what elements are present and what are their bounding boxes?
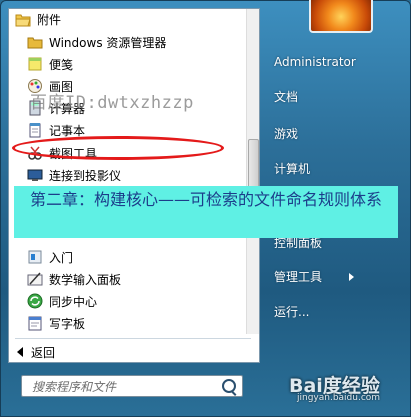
notepad-icon [29, 123, 41, 138]
explorer-folder-icon [27, 37, 43, 49]
program-item-label: 写字板 [49, 316, 86, 331]
math-input-icon [27, 272, 43, 286]
program-item-explorer[interactable]: Windows 资源管理器 [27, 31, 242, 53]
folder-label: 附件 [37, 13, 62, 27]
right-item-administrator[interactable]: Administrator [274, 52, 356, 72]
program-list-scrollbar[interactable] [246, 9, 259, 334]
right-item-label: 游戏 [274, 127, 299, 141]
right-item-run[interactable]: 运行... [274, 302, 309, 322]
folder-accessories[interactable]: 附件 [9, 9, 249, 31]
baidu-id-watermark: 百度ID:dwtxzhzzp [30, 93, 194, 113]
search-input[interactable] [30, 377, 224, 397]
search-icon[interactable] [222, 379, 236, 393]
program-item-label: 入门 [49, 250, 74, 265]
divider [15, 338, 251, 339]
projector-icon [27, 169, 43, 181]
folder-open-icon [15, 14, 31, 27]
back-arrow-icon [17, 347, 23, 357]
sync-center-icon [27, 293, 43, 309]
sticky-notes-icon [28, 57, 42, 71]
program-item-label: 便笺 [49, 57, 74, 72]
program-item-label: Windows 资源管理器 [49, 35, 167, 50]
program-item-sync-center[interactable]: 同步中心 [27, 290, 242, 312]
chapter-caption-overlay: 第二章：构建核心——可检索的文件命名规则体系 [14, 186, 398, 238]
chapter-caption: 第二章：构建核心——可检索的文件命名规则体系 [29, 190, 382, 209]
program-item-math-input[interactable]: 数学输入面板 [27, 268, 242, 290]
back-label: 返回 [31, 345, 56, 360]
right-item-label: 文档 [274, 90, 299, 104]
right-item-documents[interactable]: 文档 [274, 87, 298, 107]
submenu-arrow-icon [349, 273, 354, 281]
user-picture-avatar[interactable] [309, 0, 373, 33]
search-box[interactable] [21, 375, 243, 397]
back-button[interactable]: 返回 [17, 343, 55, 361]
baidu-jingyan-url: jingyan.baidu.com [297, 393, 381, 403]
right-item-label: Administrator [274, 55, 356, 69]
right-item-label: 计算机 [274, 162, 311, 176]
right-item-label: 管理工具 [274, 270, 323, 284]
right-item-label: 控制面板 [274, 236, 323, 250]
program-item-projector[interactable]: 连接到投影仪 [27, 164, 242, 186]
highlight-ellipse [12, 136, 224, 160]
right-item-admin-tools[interactable]: 管理工具 [274, 267, 356, 287]
program-item-sticky-notes[interactable]: 便笺 [27, 53, 242, 75]
program-item-label: 数学输入面板 [49, 272, 122, 287]
program-item-wordpad[interactable]: 写字板 [27, 312, 242, 334]
right-item-label: 运行... [274, 305, 310, 319]
right-item-games[interactable]: 游戏 [274, 124, 298, 144]
getting-started-icon [28, 250, 42, 264]
program-item-label: 同步中心 [49, 294, 98, 309]
wordpad-icon [28, 316, 42, 331]
program-item-getting-started[interactable]: 入门 [27, 246, 242, 268]
program-list: 附件 Windows 资源管理器 便笺 画图 计算器 记事本 截图工具 连接到投… [9, 9, 249, 334]
program-item-label: 连接到投影仪 [49, 168, 122, 183]
right-item-computer[interactable]: 计算机 [274, 159, 310, 179]
